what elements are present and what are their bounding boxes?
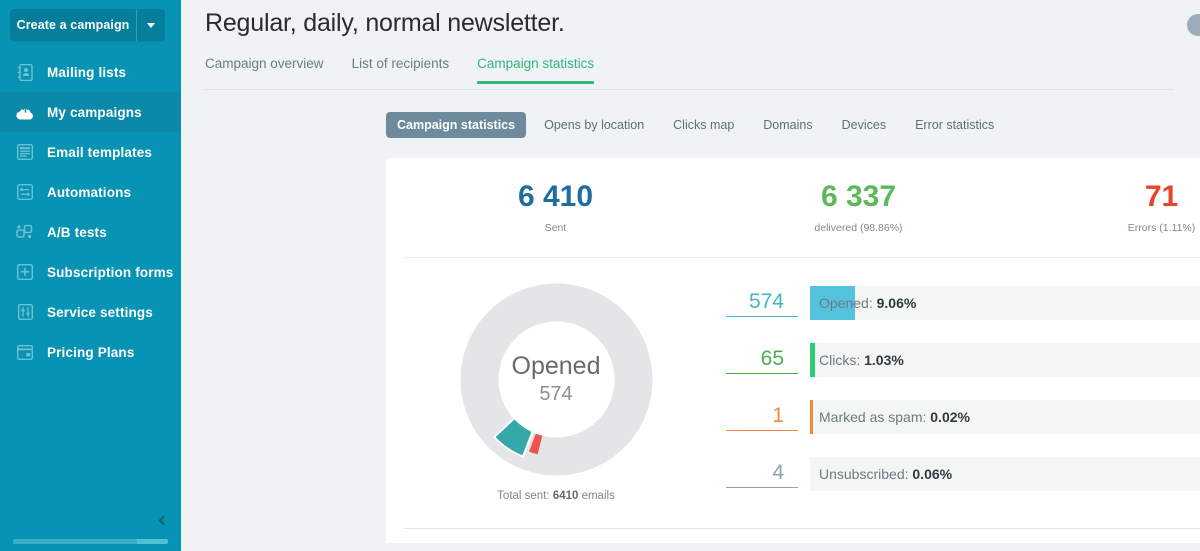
app-root: Create a campaign Mailing lists My campa… [0, 0, 1200, 551]
create-campaign-button[interactable]: Create a campaign [10, 9, 165, 41]
stat-count-spam[interactable]: 1 [726, 403, 798, 432]
summary-sent: 6 410 Sent [404, 158, 707, 257]
stat-label-clicks: Clicks: [819, 352, 865, 368]
create-campaign-label: Create a campaign [16, 18, 130, 32]
stat-bar-label: Clicks: 1.03% [810, 352, 904, 368]
summary-errors-caption: Errors (1.11%) [1127, 221, 1196, 234]
chevron-down-icon[interactable] [137, 22, 165, 28]
subtab-domains[interactable]: Domains [752, 112, 823, 138]
tab-campaign-overview[interactable]: Campaign overview [205, 56, 324, 83]
pricing-card-icon [14, 342, 36, 362]
donut-title: Opened [511, 351, 601, 380]
summary-sent-caption: Sent [544, 221, 567, 234]
sidebar-item-automations[interactable]: Automations [0, 172, 181, 212]
sidebar-item-label: Subscription forms [47, 264, 174, 280]
form-icon [14, 262, 36, 282]
summary-delivered-caption: delivered (98.86%) [814, 221, 903, 234]
subtab-clicks-map[interactable]: Clicks map [662, 112, 745, 138]
sidebar-progress-bar[interactable] [13, 539, 168, 544]
donut-footer-value: 6410 [552, 490, 579, 502]
template-icon [14, 142, 36, 162]
donut-footer-prefix: Total sent: [497, 490, 553, 502]
sidebar-item-label: Pricing Plans [47, 344, 135, 360]
tab-list-of-recipients[interactable]: List of recipients [352, 56, 450, 83]
summary-sent-value: 6 410 [517, 180, 594, 214]
page-title: Regular, daily, normal newsletter. [205, 9, 565, 37]
summary-errors: 71 Errors (1.11%) [1010, 158, 1200, 257]
sidebar-item-my-campaigns[interactable]: My campaigns [0, 92, 181, 132]
statistics-card: 6 410 Sent 6 337 delivered (98.86%) 71 E… [386, 158, 1200, 543]
sidebar-item-label: A/B tests [47, 224, 107, 240]
stat-label-spam: Marked as spam: [819, 409, 931, 425]
sidebar-item-mailing-lists[interactable]: Mailing lists [0, 52, 181, 92]
sidebar-progress-fill [13, 539, 137, 544]
stat-percent-opened: 9.06% [876, 295, 917, 311]
summary-row: 6 410 Sent 6 337 delivered (98.86%) 71 E… [404, 158, 1200, 258]
sidebar-item-label: Mailing lists [47, 64, 127, 80]
sidebar-item-pricing-plans[interactable]: Pricing Plans [0, 332, 181, 372]
list-item[interactable]: 4 Unsubscribed: 0.06% [726, 451, 1200, 497]
stat-percent-spam: 0.02% [930, 409, 970, 425]
stat-bar-spam: Marked as spam: 0.02% [810, 400, 1200, 434]
donut-subtitle: 574 [539, 383, 573, 406]
sliders-icon [14, 302, 36, 322]
campaign-cloud-icon [14, 102, 36, 122]
stat-count-clicks[interactable]: 65 [726, 346, 798, 375]
stat-count-unsubscribed[interactable]: 4 [726, 460, 798, 489]
secondary-tab-bar: Campaign statistics Opens by location Cl… [386, 112, 1012, 138]
summary-delivered: 6 337 delivered (98.86%) [707, 158, 1010, 257]
list-item[interactable]: 65 Clicks: 1.03% [726, 337, 1200, 383]
stat-bar-label: Opened: 9.06% [810, 295, 916, 311]
subtab-devices[interactable]: Devices [831, 112, 897, 138]
help-circle-icon[interactable] [1187, 14, 1200, 36]
automation-icon [14, 182, 36, 202]
subtab-opens-by-location[interactable]: Opens by location [533, 112, 655, 138]
sidebar-item-label: Service settings [47, 304, 153, 320]
sidebar: Create a campaign Mailing lists My campa… [0, 0, 181, 551]
donut-chart-section: Opened 574 Total sent: 6410 emails [386, 276, 726, 508]
sidebar-nav: Mailing lists My campaigns Email templat… [0, 52, 181, 372]
sidebar-item-subscription-forms[interactable]: Subscription forms [0, 252, 181, 292]
tab-campaign-statistics[interactable]: Campaign statistics [477, 56, 595, 84]
donut-footer: Total sent: 6410 emails [497, 490, 615, 502]
list-item[interactable]: 574 Opened: 9.06% [726, 280, 1200, 326]
stat-bar-unsubscribed: Unsubscribed: 0.06% [810, 457, 1200, 491]
sidebar-item-service-settings[interactable]: Service settings [0, 292, 181, 332]
sidebar-item-label: Email templates [47, 144, 153, 160]
sidebar-item-email-templates[interactable]: Email templates [0, 132, 181, 172]
sidebar-item-label: My campaigns [47, 104, 142, 120]
stat-bar-label: Unsubscribed: 0.06% [810, 466, 952, 482]
sidebar-collapse-button[interactable] [153, 511, 171, 529]
stat-bar-opened: Opened: 9.06% [810, 286, 1200, 320]
card-bottom-divider [404, 528, 1200, 529]
stat-count-opened[interactable]: 574 [726, 289, 798, 318]
primary-tab-bar: Campaign overview List of recipients Cam… [205, 56, 1174, 90]
summary-delivered-value: 6 337 [820, 180, 897, 214]
stat-bar-label: Marked as spam: 0.02% [810, 409, 970, 425]
ab-test-icon [14, 222, 36, 242]
chevron-left-icon [158, 515, 169, 525]
statistics-body: Opened 574 Total sent: 6410 emails 574 O… [386, 258, 1200, 508]
stat-percent-unsubscribed: 0.06% [912, 466, 953, 482]
donut-center-label: Opened 574 [459, 282, 654, 477]
donut-footer-suffix: emails [578, 490, 615, 502]
stat-label-unsubscribed: Unsubscribed: [819, 466, 913, 482]
stat-label-opened: Opened: [819, 295, 877, 311]
main-content: Regular, daily, normal newsletter. Campa… [181, 0, 1200, 551]
stat-percent-clicks: 1.03% [864, 352, 904, 368]
stat-bar-clicks: Clicks: 1.03% [810, 343, 1200, 377]
summary-errors-value: 71 [1144, 180, 1179, 214]
subtab-campaign-statistics[interactable]: Campaign statistics [386, 112, 527, 138]
address-book-icon [14, 62, 36, 82]
sidebar-item-ab-tests[interactable]: A/B tests [0, 212, 181, 252]
statistics-list: 574 Opened: 9.06% 65 Clicks: 1.03% 1 Mar… [726, 276, 1200, 508]
donut-chart: Opened 574 [459, 282, 654, 477]
subtab-error-statistics[interactable]: Error statistics [904, 112, 1005, 138]
list-item[interactable]: 1 Marked as spam: 0.02% [726, 394, 1200, 440]
sidebar-item-label: Automations [47, 184, 132, 200]
